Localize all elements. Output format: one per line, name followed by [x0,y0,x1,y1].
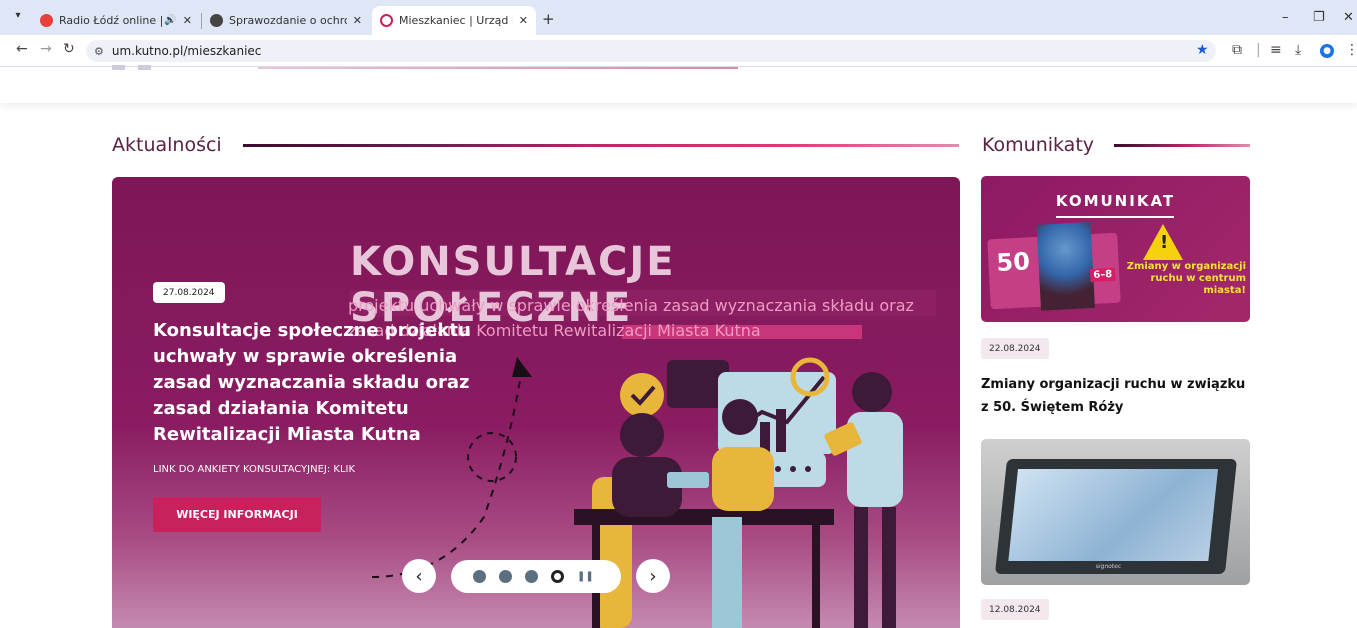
slide-dot-1[interactable] [473,570,486,583]
bookmark-star-icon[interactable]: ★ [1196,42,1209,58]
news-section-title: Aktualności [112,134,222,156]
tablet-brand: signotec [1095,563,1122,570]
new-tab-button[interactable]: + [542,10,555,28]
tab-title: Sprawozdanie o ochronie zabyt [229,14,347,27]
toolbar-divider: | [1256,42,1261,58]
header-accent-line [258,67,738,69]
chevron-left-icon: ‹ [415,565,423,587]
restore-icon[interactable]: ❐ [1313,10,1325,25]
slide-dot-3[interactable] [525,570,538,583]
next-slide-button[interactable]: › [636,559,670,593]
notice-date-2: 12.08.2024 [981,599,1049,620]
close-window-icon[interactable]: ✕ [1343,10,1354,25]
reading-list-icon[interactable]: ≡ [1270,42,1282,58]
signature-tablet-photo: signotec [994,459,1238,574]
notice-image-1[interactable]: 50 6–8 KOMUNIKAT ! Zmiany w organizacji … [981,176,1250,322]
close-tab-icon[interactable]: ✕ [353,14,362,27]
notice-image-title: KOMUNIKAT [1055,192,1176,210]
close-tab-icon[interactable]: ✕ [519,14,528,27]
url-text: um.kutno.pl/mieszkaniec [111,44,262,58]
slide-headline[interactable]: Konsultacje społeczne projektu uchwały w… [153,318,493,448]
notice-date-1: 22.08.2024 [981,338,1049,359]
notice-title-1[interactable]: Zmiany organizacji ruchu w związku z 50.… [981,373,1250,419]
forward-icon[interactable]: → [40,41,52,57]
festival-portrait [1036,222,1095,311]
reload-icon[interactable]: ↻ [63,41,75,57]
header-logo-fragment [112,65,242,70]
notices-section-bar [1114,144,1250,147]
slide-dot-2[interactable] [499,570,512,583]
news-carousel[interactable]: KONSULTACJE SPOŁECZNE projektu uchwały w… [112,177,960,628]
chevron-right-icon: › [649,565,657,587]
back-icon[interactable]: ← [16,41,28,57]
kutno-favicon-icon [380,14,393,27]
warning-icon: ! [1143,224,1183,260]
profile-icon: ● [1320,44,1334,58]
globe-favicon-icon [210,14,223,27]
tab-title: Mieszkaniec | Urząd Miasta Kut [399,14,513,27]
site-header-strip [0,65,1357,103]
news-section-bar [243,144,959,147]
extensions-icon[interactable]: ⧉ [1232,42,1242,58]
slide-dot-4[interactable] [551,570,564,583]
tab-mieszkaniec[interactable]: Mieszkaniec | Urząd Miasta Kut ✕ [372,6,536,35]
radio-favicon-icon [40,14,53,27]
url-field[interactable]: ⚙ um.kutno.pl/mieszkaniec [86,40,1216,62]
slide-indicators: ❚❚ [451,560,621,593]
tab-radio-lodz[interactable]: Radio Łódź online | Online 🔊 ✕ [32,8,200,33]
minimize-icon[interactable]: – [1282,10,1289,25]
notice-image-2[interactable]: signotec [981,439,1250,585]
tab-search-icon[interactable]: ▾ [10,10,26,26]
prev-slide-button[interactable]: ‹ [402,559,436,593]
tab-sprawozdanie[interactable]: Sprawozdanie o ochronie zabyt ✕ [202,8,370,33]
close-tab-icon[interactable]: ✕ [183,14,192,27]
tablet-screen [1008,469,1218,561]
survey-link[interactable]: LINK DO ANKIETY KONSULTACYJNEJ: KLIK [153,464,355,475]
more-info-button[interactable]: WIĘCEJ INFORMACJI [153,497,321,532]
download-icon[interactable]: ⤓ [1295,42,1301,58]
festival-ticket-graphic: 50 6–8 [987,222,1121,311]
browser-tab-bar: ▾ Radio Łódź online | Online 🔊 ✕ Sprawoz… [0,0,1357,35]
menu-kebab-icon[interactable]: ⋮ [1345,42,1357,58]
festival-number: 50 [995,247,1031,277]
slide-date-badge: 27.08.2024 [153,282,225,303]
notice-image-subtitle: Zmiany w organizacji ruchu w centrum mia… [1126,261,1246,296]
audio-icon[interactable]: 🔊 [164,15,176,26]
site-info-icon[interactable]: ⚙ [94,45,104,58]
pause-icon[interactable]: ❚❚ [577,571,594,582]
profile-avatar[interactable]: ● [1320,44,1334,58]
notice-title-underline [1056,216,1174,218]
tab-title: Radio Łódź online | Online [59,14,164,27]
notices-section-title: Komunikaty [982,134,1095,156]
